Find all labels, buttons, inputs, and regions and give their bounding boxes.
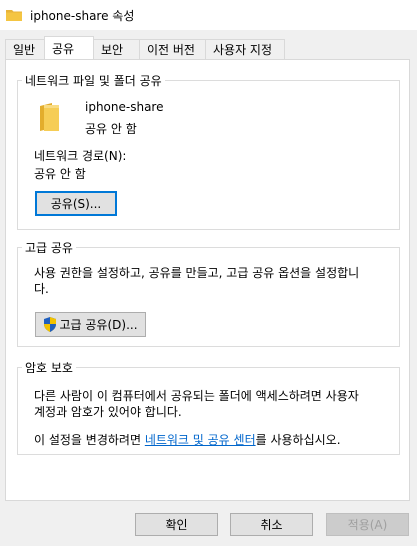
network-path-value: 공유 안 함	[34, 167, 86, 181]
share-status: 공유 안 함	[85, 122, 137, 136]
network-path-label: 네트워크 경로(N):	[34, 149, 127, 163]
group-legend: 고급 공유	[25, 241, 73, 255]
title-bar: iphone-share 속성	[0, 0, 417, 30]
tab-general[interactable]: 일반	[5, 39, 45, 59]
advanced-sharing-button[interactable]: 고급 공유(D)...	[35, 312, 146, 337]
folder-icon	[38, 102, 60, 132]
password-protection-text-cont: 계정과 암호가 있어야 합니다.	[34, 405, 182, 419]
share-button[interactable]: 공유(S)...	[35, 191, 117, 216]
network-sharing-center-link[interactable]: 네트워크 및 공유 센터	[145, 433, 256, 447]
advanced-sharing-description-cont: 다.	[34, 282, 49, 296]
advanced-sharing-description: 사용 권한을 설정하고, 공유를 만들고, 고급 공유 옵션을 설정합니	[34, 266, 360, 280]
shield-icon	[43, 317, 57, 332]
apply-button[interactable]: 적용(A)	[326, 513, 409, 536]
group-legend: 네트워크 파일 및 폴더 공유	[25, 74, 162, 88]
group-legend: 암호 보호	[25, 361, 73, 375]
tab-sharing[interactable]: 공유	[44, 36, 94, 59]
ok-button[interactable]: 확인	[135, 513, 218, 536]
folder-icon	[6, 9, 22, 21]
tab-customize[interactable]: 사용자 지정	[205, 39, 285, 59]
password-protection-text: 다른 사람이 이 컴퓨터에서 공유되는 폴더에 액세스하려면 사용자	[34, 389, 359, 403]
password-protection-hint: 이 설정을 변경하려면 네트워크 및 공유 센터를 사용하십시오.	[34, 433, 341, 447]
window-title: iphone-share 속성	[30, 8, 135, 23]
tab-security[interactable]: 보안	[93, 39, 140, 59]
cancel-button[interactable]: 취소	[230, 513, 313, 536]
tab-panel: 네트워크 파일 및 폴더 공유 iphone-share 공유 안 함 네트워크…	[5, 59, 410, 501]
tab-strip: 일반 공유 보안 이전 버전 사용자 지정	[5, 36, 285, 59]
folder-name: iphone-share	[85, 100, 164, 114]
tab-previous-versions[interactable]: 이전 버전	[139, 39, 206, 59]
